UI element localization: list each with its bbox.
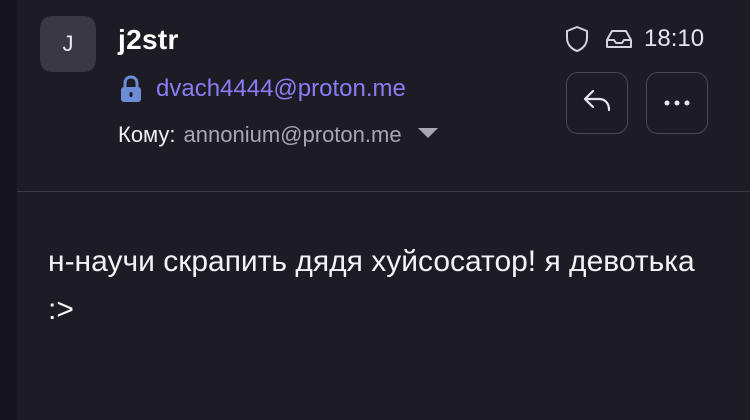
- message-body: н-научи скрапить дядя хуйсосатор! я дево…: [48, 245, 695, 326]
- shield-icon[interactable]: [562, 24, 592, 54]
- avatar: J: [40, 16, 96, 72]
- inbox-icon[interactable]: [604, 24, 634, 54]
- lock-icon: [118, 74, 144, 104]
- chevron-down-icon[interactable]: [416, 126, 440, 145]
- recipient-email[interactable]: annonium@proton.me: [184, 122, 402, 148]
- reply-icon: [582, 88, 612, 119]
- sender-email[interactable]: dvach4444@proton.me: [156, 75, 406, 103]
- message-panel: [17, 0, 750, 420]
- message-time: 18:10: [644, 25, 705, 52]
- from-row: dvach4444@proton.me: [118, 74, 406, 104]
- reply-button[interactable]: [566, 72, 628, 134]
- to-label: Кому:: [118, 122, 176, 147]
- more-options-button[interactable]: [646, 72, 708, 134]
- header-meta: 18:10: [562, 24, 704, 54]
- recipient-row[interactable]: Кому: annonium@proton.me: [118, 122, 440, 148]
- sender-name[interactable]: j2str: [118, 24, 179, 56]
- more-horizontal-icon: [662, 94, 692, 112]
- header-divider: [17, 191, 750, 192]
